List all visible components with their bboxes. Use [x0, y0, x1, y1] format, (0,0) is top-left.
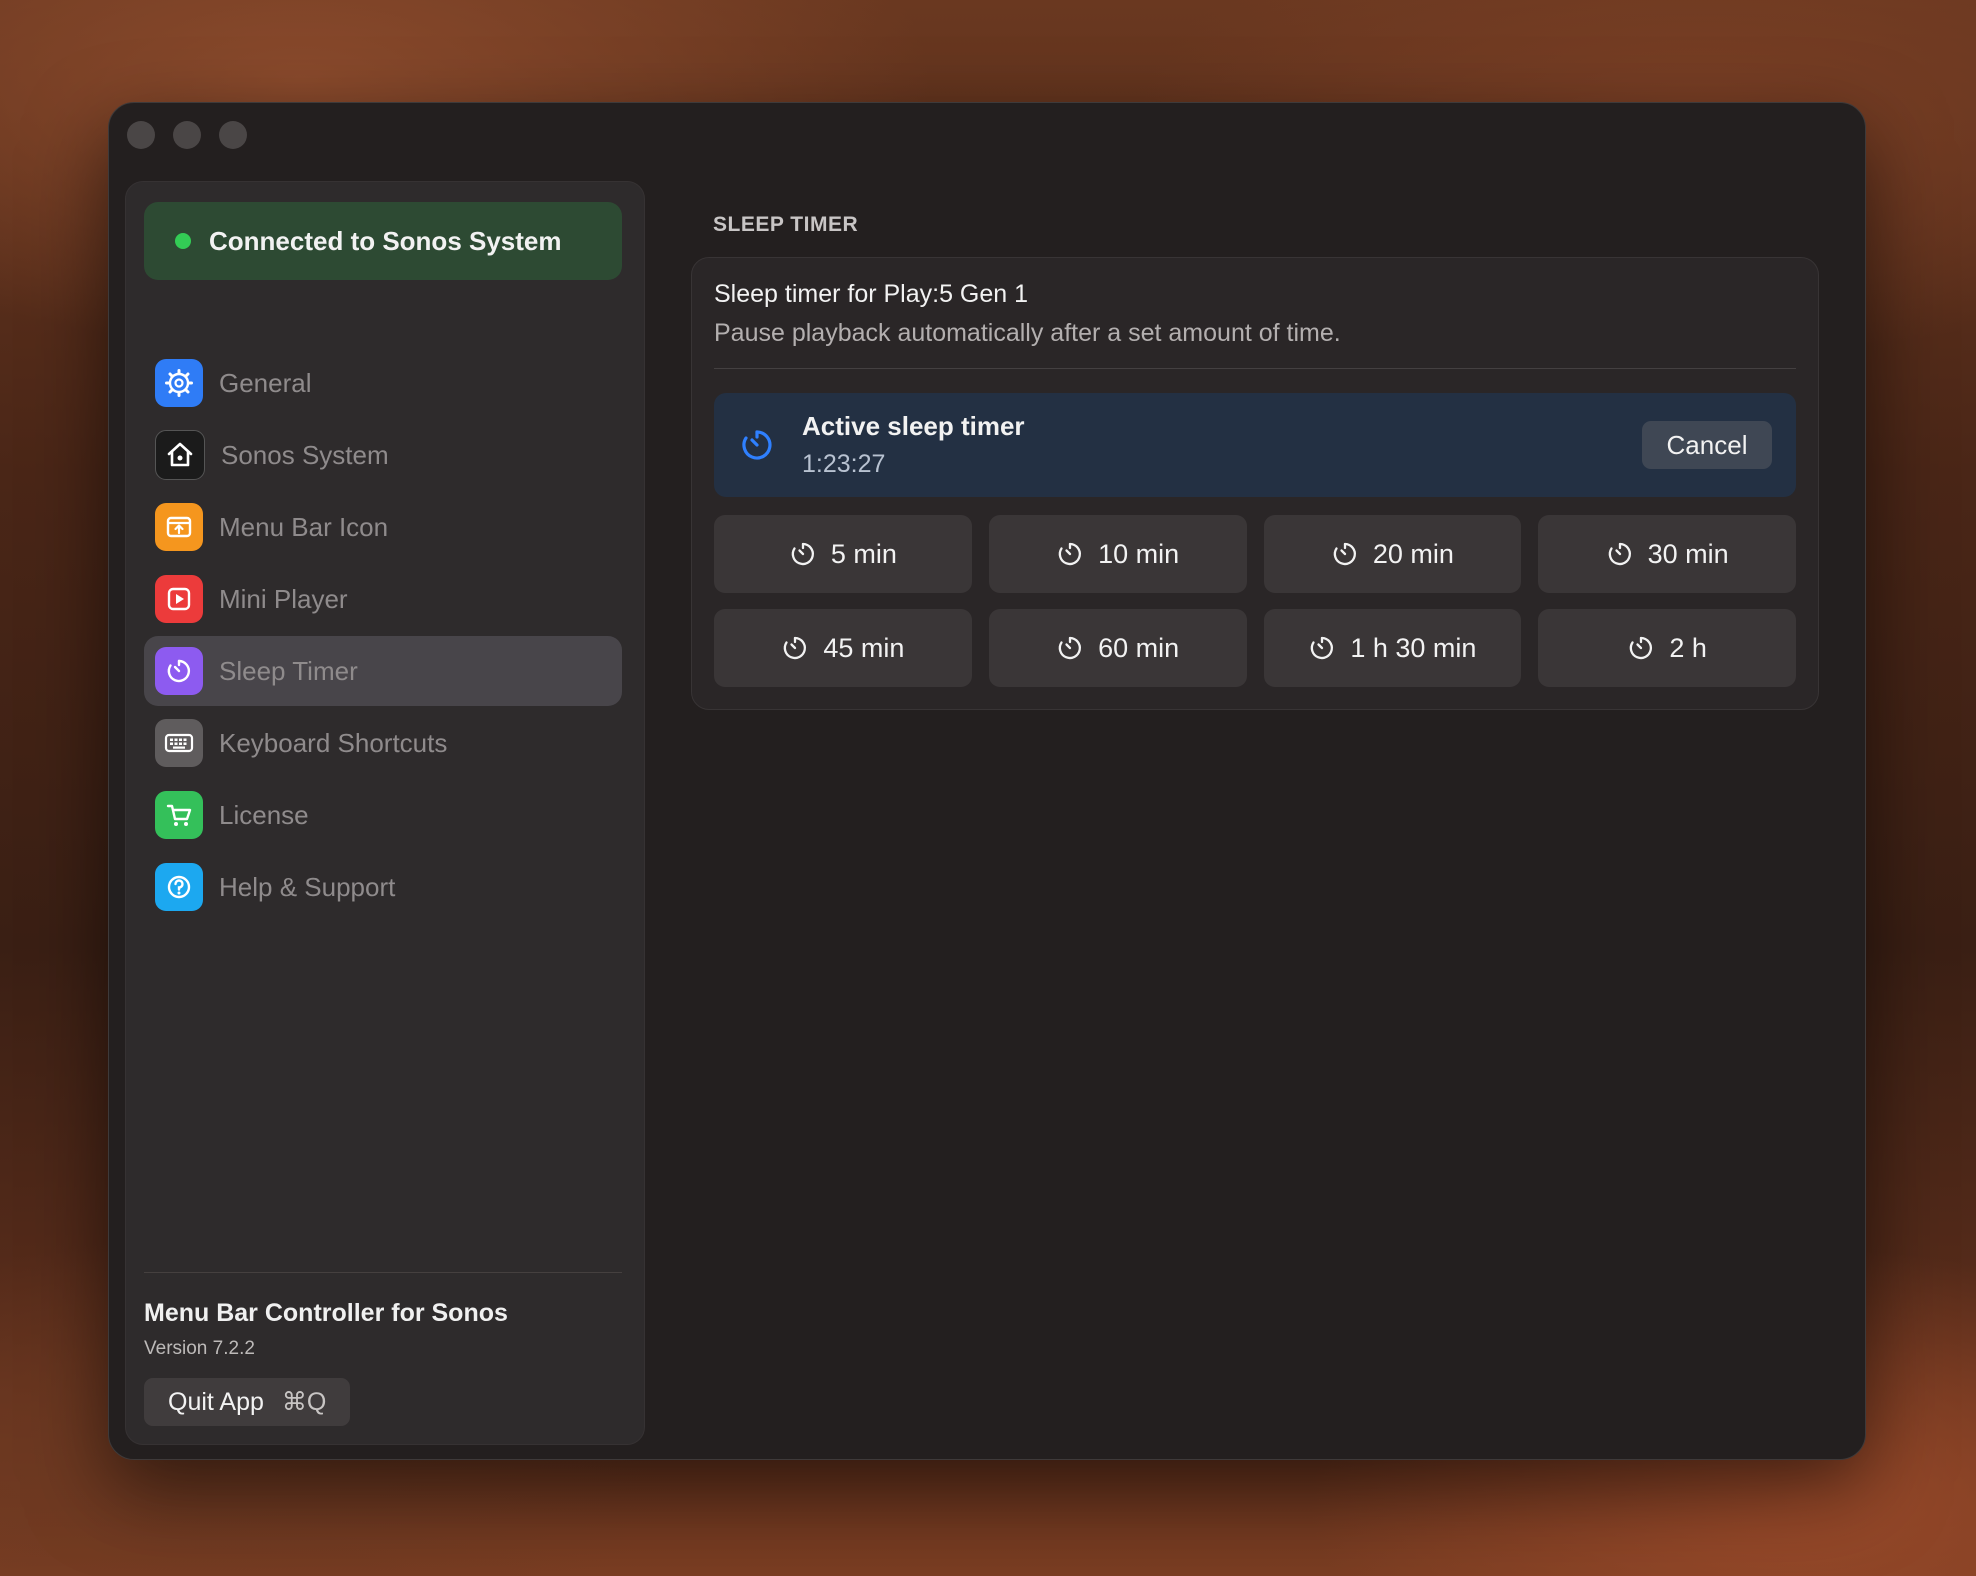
timer-icon	[784, 636, 807, 660]
sidebar-item-mini-player[interactable]: Mini Player	[144, 564, 622, 634]
card-subtitle: Pause playback automatically after a set…	[714, 319, 1341, 347]
cart-icon	[155, 791, 203, 839]
sidebar-item-sleep-timer[interactable]: Sleep Timer	[144, 636, 622, 706]
sidebar-item-label: Menu Bar Icon	[219, 511, 389, 542]
sidebar-footer: Menu Bar Controller for Sonos Version 7.…	[144, 1272, 622, 1426]
sidebar-item-label: License	[219, 799, 309, 830]
timer-icon	[791, 542, 814, 566]
timer-icon	[1630, 636, 1653, 660]
preset-label: 60 min	[1098, 632, 1180, 663]
sidebar: Connected to Sonos System General Sonos …	[125, 181, 645, 1445]
preset-label: 20 min	[1372, 538, 1454, 569]
timer-presets-grid: 5 min 10 min 20 min 30 min 45 min 60 min…	[714, 515, 1796, 687]
close-window-button[interactable]	[127, 121, 155, 149]
preset-45-min-button[interactable]: 45 min	[714, 609, 972, 687]
sidebar-item-license[interactable]: License	[144, 780, 622, 850]
sidebar-item-label: Keyboard Shortcuts	[219, 727, 448, 758]
timer-icon	[1608, 542, 1631, 566]
sidebar-item-label: Sonos System	[221, 439, 389, 470]
settings-window: Connected to Sonos System General Sonos …	[108, 102, 1866, 1460]
question-icon	[155, 863, 203, 911]
active-timer-icon	[738, 426, 776, 464]
preset-2h-button[interactable]: 2 h	[1538, 609, 1796, 687]
preset-20-min-button[interactable]: 20 min	[1263, 515, 1522, 593]
cancel-timer-button[interactable]: Cancel	[1642, 421, 1772, 469]
home-icon	[155, 430, 205, 480]
main-content: SLEEP TIMER Sleep timer for Play:5 Gen 1…	[691, 213, 1819, 710]
minimize-window-button[interactable]	[173, 121, 201, 149]
timer-icon	[1058, 542, 1082, 566]
sidebar-item-help-support[interactable]: Help & Support	[144, 852, 622, 922]
quit-shortcut-label: ⌘Q	[281, 1388, 327, 1416]
zoom-window-button[interactable]	[219, 121, 247, 149]
app-name: Menu Bar Controller for Sonos	[144, 1299, 508, 1327]
quit-app-label: Quit App	[168, 1387, 264, 1416]
sidebar-item-label: General	[219, 367, 312, 398]
play-icon	[155, 575, 203, 623]
preset-30-min-button[interactable]: 30 min	[1538, 515, 1796, 593]
timer-icon	[1333, 542, 1356, 566]
preset-5-min-button[interactable]: 5 min	[714, 515, 972, 593]
preset-label: 2 h	[1669, 632, 1707, 663]
preset-label: 45 min	[823, 632, 905, 663]
menubar-upload-icon	[155, 503, 203, 551]
sleep-timer-card: Sleep timer for Play:5 Gen 1 Pause playb…	[691, 257, 1819, 710]
sidebar-item-sonos-system[interactable]: Sonos System	[144, 420, 622, 490]
card-title: Sleep timer for Play:5 Gen 1	[714, 280, 1029, 308]
status-dot-icon	[175, 233, 191, 249]
preset-10-min-button[interactable]: 10 min	[988, 515, 1247, 593]
timer-icon	[1058, 636, 1082, 660]
sidebar-item-label: Sleep Timer	[219, 655, 358, 686]
connection-status-label: Connected to Sonos System	[209, 225, 562, 256]
sidebar-item-general[interactable]: General	[144, 348, 622, 418]
card-divider	[714, 368, 1796, 369]
sidebar-item-label: Help & Support	[219, 871, 396, 902]
active-timer-title: Active sleep timer	[802, 411, 1025, 441]
active-timer-banner: Active sleep timer 1:23:27 Cancel	[714, 393, 1796, 497]
connection-status-badge: Connected to Sonos System	[144, 202, 622, 280]
sidebar-item-menu-bar-icon[interactable]: Menu Bar Icon	[144, 492, 622, 562]
timer-icon	[155, 647, 203, 695]
preset-label: 5 min	[830, 538, 897, 569]
preset-1h-30-min-button[interactable]: 1 h 30 min	[1263, 609, 1522, 687]
sidebar-nav: General Sonos System Menu Bar Icon Mini …	[144, 348, 622, 924]
keyboard-icon	[155, 719, 203, 767]
active-timer-text: Active sleep timer 1:23:27	[802, 411, 1025, 479]
active-timer-remaining: 1:23:27	[802, 450, 886, 478]
window-controls	[127, 121, 247, 149]
preset-label: 10 min	[1098, 538, 1180, 569]
preset-60-min-button[interactable]: 60 min	[988, 609, 1247, 687]
app-version: Version 7.2.2	[144, 1338, 255, 1359]
preset-label: 30 min	[1647, 538, 1729, 569]
section-title: SLEEP TIMER	[713, 213, 859, 236]
preset-label: 1 h 30 min	[1350, 632, 1477, 663]
timer-icon	[1311, 636, 1334, 660]
quit-app-button[interactable]: Quit App ⌘Q	[144, 1378, 351, 1426]
gear-icon	[155, 359, 203, 407]
sidebar-item-keyboard-shortcuts[interactable]: Keyboard Shortcuts	[144, 708, 622, 778]
sidebar-item-label: Mini Player	[219, 583, 348, 614]
